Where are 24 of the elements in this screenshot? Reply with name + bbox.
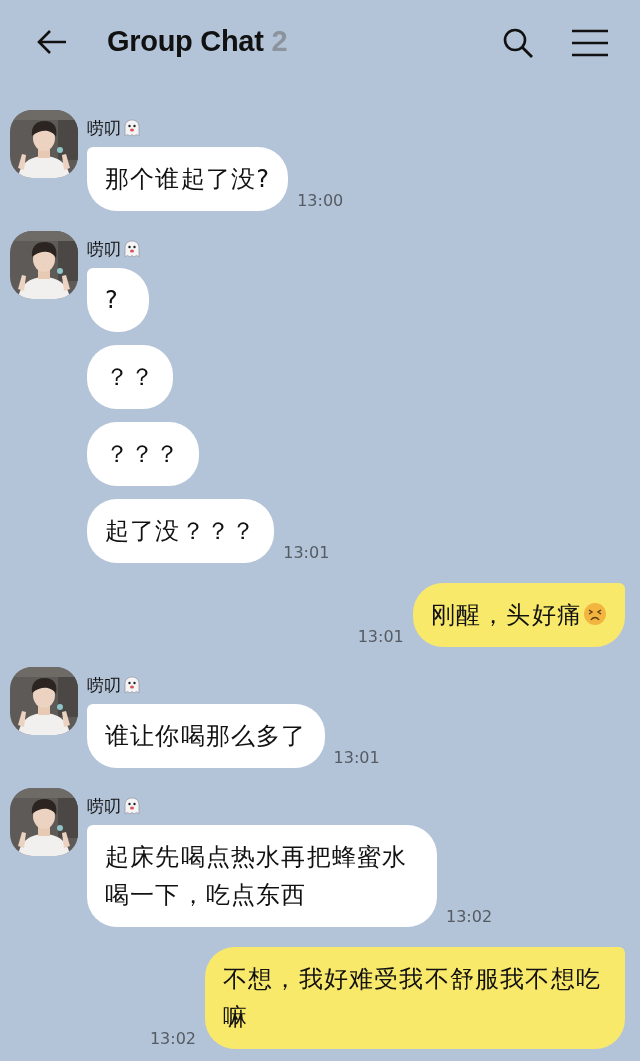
menu-icon[interactable]: [572, 28, 608, 57]
message-bubble: ?: [87, 268, 149, 332]
message-bubble: 起床先喝点热水再把蜂蜜水喝一下，吃点东西: [87, 825, 437, 927]
back-icon[interactable]: [37, 28, 67, 55]
message-time: 13:00: [297, 191, 344, 210]
sender-name: 唠叨: [87, 794, 121, 818]
sender-name: 唠叨: [87, 673, 121, 697]
chat-title: Group Chat: [107, 25, 264, 58]
message-bubble: ？？: [87, 345, 174, 409]
message-time: 13:02: [446, 907, 493, 926]
message-bubble: 刚醒，头好痛: [412, 583, 625, 647]
message-time: 13:01: [357, 627, 404, 646]
message-bubble: 那个谁起了没?: [87, 147, 289, 211]
message-bubble: 不想，我好难受我不舒服我不想吃嘛: [205, 947, 625, 1049]
member-count: 2: [271, 25, 288, 58]
sender-name: 唠叨: [87, 116, 121, 140]
message-time: 13:02: [149, 1029, 196, 1048]
search-icon[interactable]: [502, 26, 534, 59]
sender-name: 唠叨: [87, 237, 121, 261]
message-bubble: 谁让你喝那么多了: [87, 704, 325, 768]
message-bubble: 起了没？？？: [87, 499, 275, 563]
message-time: 13:01: [333, 748, 380, 767]
message-time: 13:01: [283, 543, 330, 562]
message-bubble: ？？？: [87, 422, 199, 486]
